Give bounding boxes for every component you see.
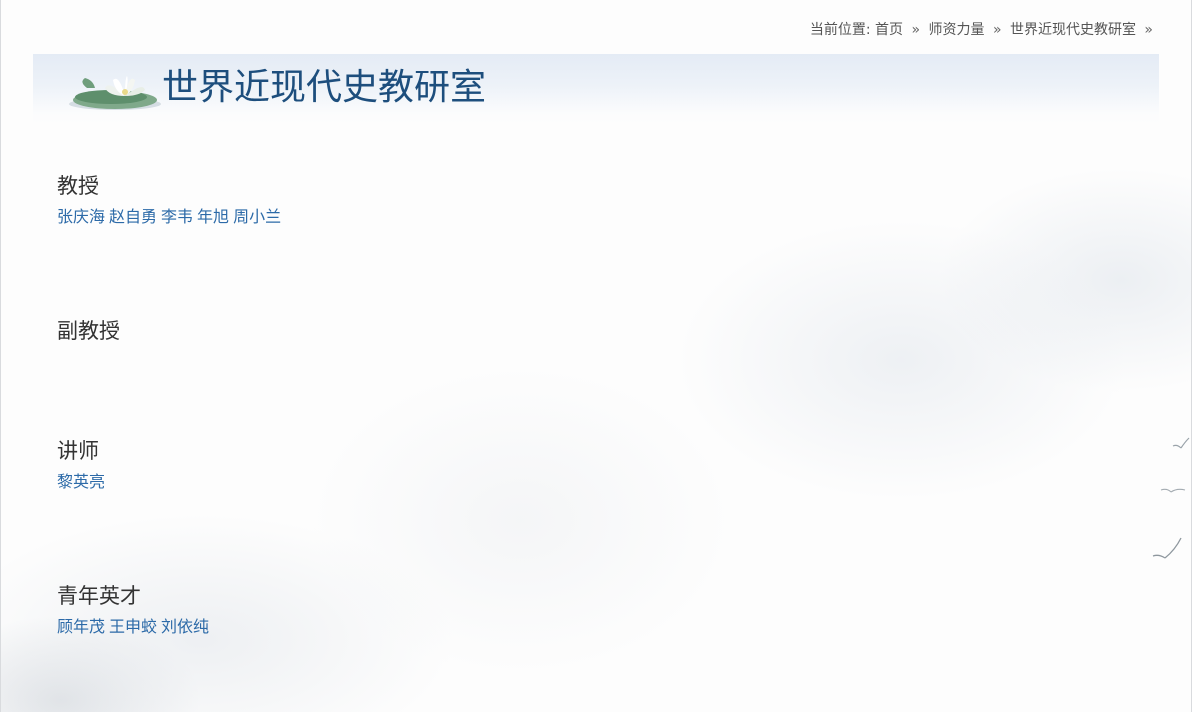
section-heading: 讲师 (57, 439, 99, 463)
breadcrumb-home-link[interactable]: 首页 (875, 22, 903, 38)
breadcrumb-separator: » (911, 22, 921, 38)
section-heading: 教授 (57, 174, 99, 198)
section-associate-professors: 副教授 (57, 317, 120, 345)
name-list: 黎英亮 (57, 471, 109, 493)
faculty-link[interactable]: 年旭 (197, 207, 229, 226)
lotus-icon (69, 76, 161, 110)
page: 当前位置: 首页 » 师资力量 » 世界近现代史教研室 » 世界近现代史教研室 … (0, 0, 1192, 712)
section-lecturers: 讲师 黎英亮 (57, 437, 109, 493)
birds-decoration (1152, 437, 1190, 559)
faculty-link[interactable]: 顾年茂 (57, 617, 105, 636)
faculty-link[interactable]: 王申蛟 (109, 617, 157, 636)
page-title: 世界近现代史教研室 (162, 67, 487, 108)
faculty-link[interactable]: 周小兰 (233, 207, 281, 226)
faculty-link[interactable]: 赵自勇 (109, 207, 157, 226)
section-young-talents: 青年英才 顾年茂 王申蛟 刘依纯 (57, 582, 213, 638)
breadcrumb-separator: » (992, 22, 1002, 38)
breadcrumb-prefix: 当前位置: (809, 22, 871, 38)
name-list: 顾年茂 王申蛟 刘依纯 (57, 616, 213, 638)
faculty-link[interactable]: 张庆海 (57, 207, 105, 226)
section-heading: 青年英才 (57, 584, 141, 608)
faculty-link[interactable]: 黎英亮 (57, 472, 105, 491)
name-list: 张庆海 赵自勇 李韦 年旭 周小兰 (57, 206, 285, 228)
section-professors: 教授 张庆海 赵自勇 李韦 年旭 周小兰 (57, 172, 285, 228)
section-heading: 副教授 (57, 319, 120, 343)
faculty-link[interactable]: 刘依纯 (161, 617, 209, 636)
breadcrumb-department-link[interactable]: 世界近现代史教研室 (1010, 22, 1136, 38)
breadcrumb-faculty-link[interactable]: 师资力量 (928, 22, 984, 38)
breadcrumb: 当前位置: 首页 » 师资力量 » 世界近现代史教研室 » (810, 19, 1157, 39)
faculty-link[interactable]: 李韦 (161, 207, 193, 226)
page-title-banner: 世界近现代史教研室 (33, 54, 1159, 124)
breadcrumb-separator: » (1144, 22, 1153, 38)
